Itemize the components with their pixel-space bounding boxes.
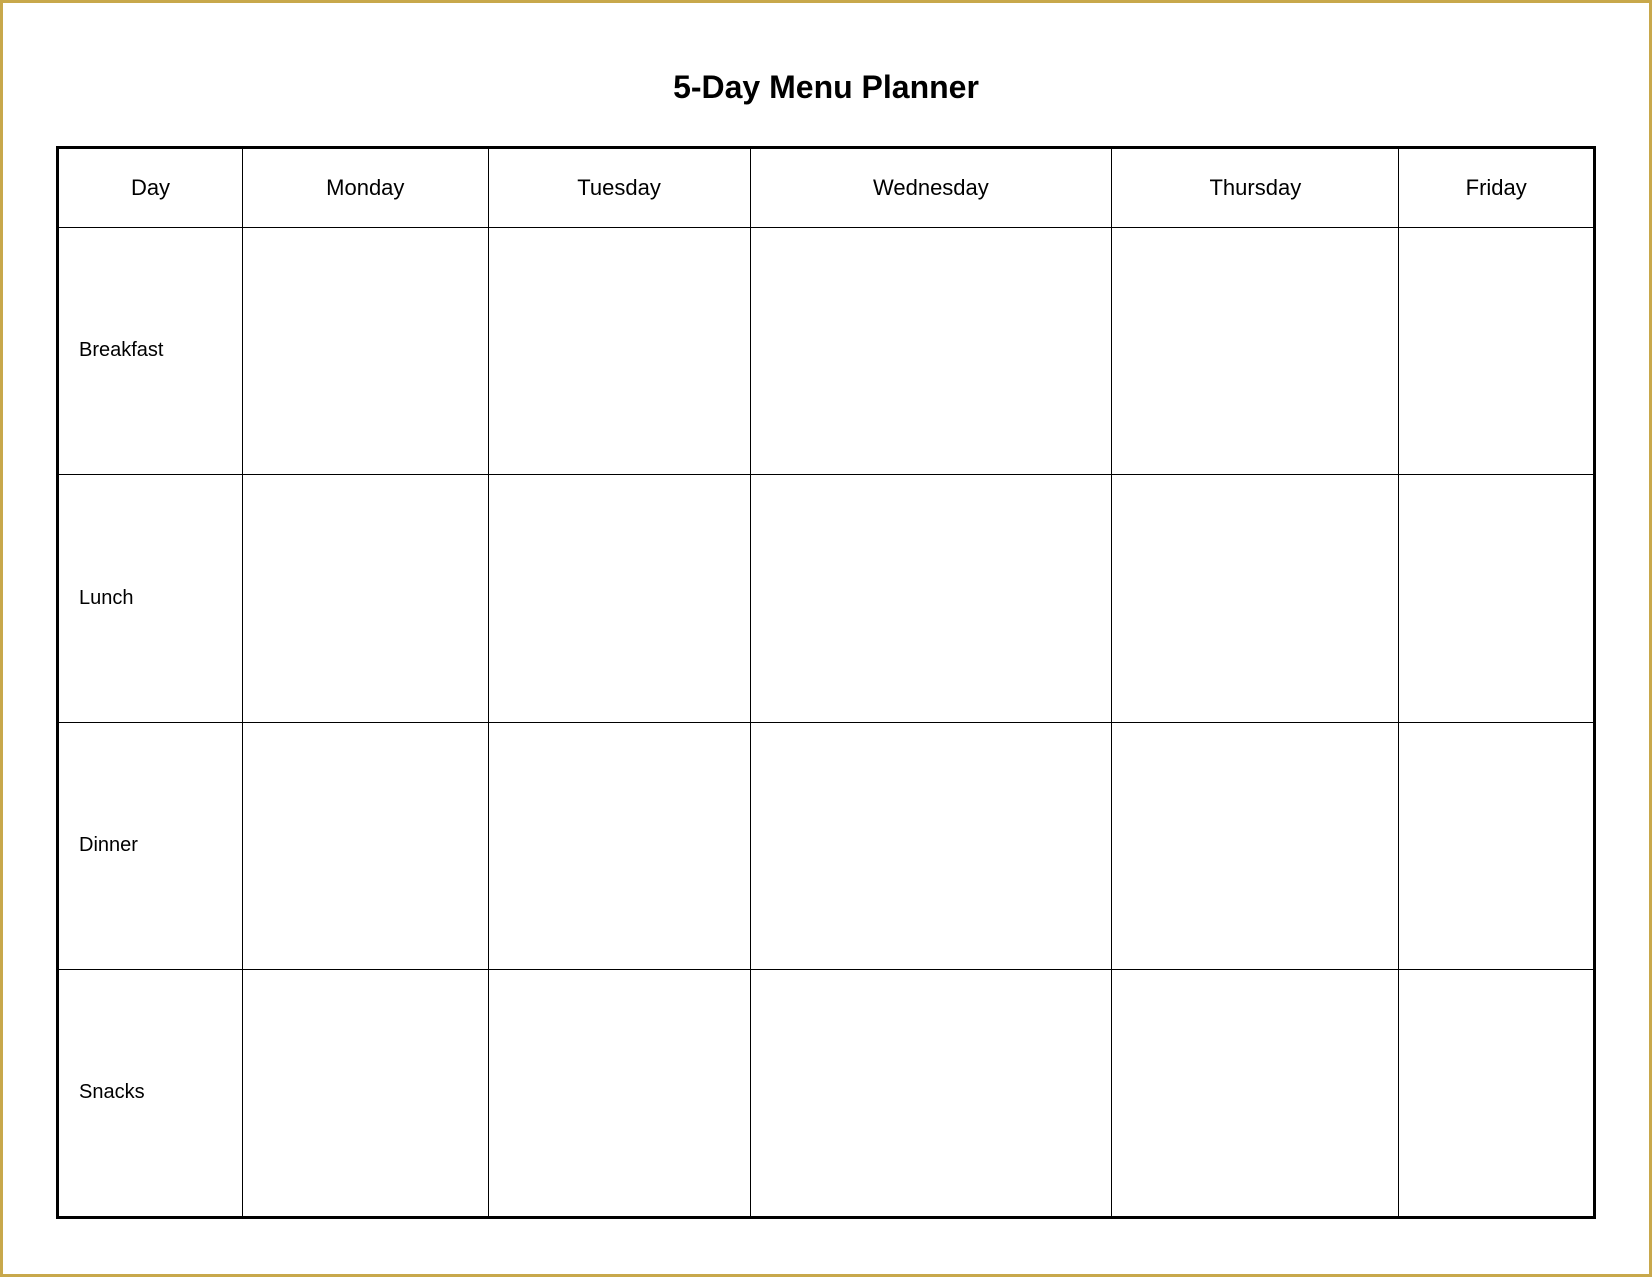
page-container: 5-Day Menu Planner Day Monday Tuesday We… <box>36 39 1616 1239</box>
page-title: 5-Day Menu Planner <box>673 69 979 106</box>
lunch-monday[interactable] <box>243 475 489 723</box>
breakfast-label: Breakfast <box>58 227 243 475</box>
breakfast-row: Breakfast <box>58 227 1595 475</box>
snacks-friday[interactable] <box>1399 970 1595 1218</box>
col-header-friday: Friday <box>1399 147 1595 227</box>
snacks-wednesday[interactable] <box>750 970 1112 1218</box>
lunch-friday[interactable] <box>1399 475 1595 723</box>
col-header-wednesday: Wednesday <box>750 147 1112 227</box>
snacks-label: Snacks <box>58 970 243 1218</box>
dinner-tuesday[interactable] <box>488 722 750 970</box>
lunch-wednesday[interactable] <box>750 475 1112 723</box>
snacks-tuesday[interactable] <box>488 970 750 1218</box>
dinner-friday[interactable] <box>1399 722 1595 970</box>
lunch-row: Lunch <box>58 475 1595 723</box>
breakfast-tuesday[interactable] <box>488 227 750 475</box>
dinner-row: Dinner <box>58 722 1595 970</box>
col-header-day: Day <box>58 147 243 227</box>
dinner-monday[interactable] <box>243 722 489 970</box>
header-row: Day Monday Tuesday Wednesday Thursday Fr… <box>58 147 1595 227</box>
snacks-monday[interactable] <box>243 970 489 1218</box>
lunch-thursday[interactable] <box>1112 475 1399 723</box>
breakfast-wednesday[interactable] <box>750 227 1112 475</box>
dinner-label: Dinner <box>58 722 243 970</box>
col-header-tuesday: Tuesday <box>488 147 750 227</box>
col-header-thursday: Thursday <box>1112 147 1399 227</box>
lunch-tuesday[interactable] <box>488 475 750 723</box>
breakfast-thursday[interactable] <box>1112 227 1399 475</box>
lunch-label: Lunch <box>58 475 243 723</box>
col-header-monday: Monday <box>243 147 489 227</box>
dinner-wednesday[interactable] <box>750 722 1112 970</box>
snacks-thursday[interactable] <box>1112 970 1399 1218</box>
breakfast-friday[interactable] <box>1399 227 1595 475</box>
dinner-thursday[interactable] <box>1112 722 1399 970</box>
breakfast-monday[interactable] <box>243 227 489 475</box>
planner-table: Day Monday Tuesday Wednesday Thursday Fr… <box>56 146 1596 1219</box>
snacks-row: Snacks <box>58 970 1595 1218</box>
